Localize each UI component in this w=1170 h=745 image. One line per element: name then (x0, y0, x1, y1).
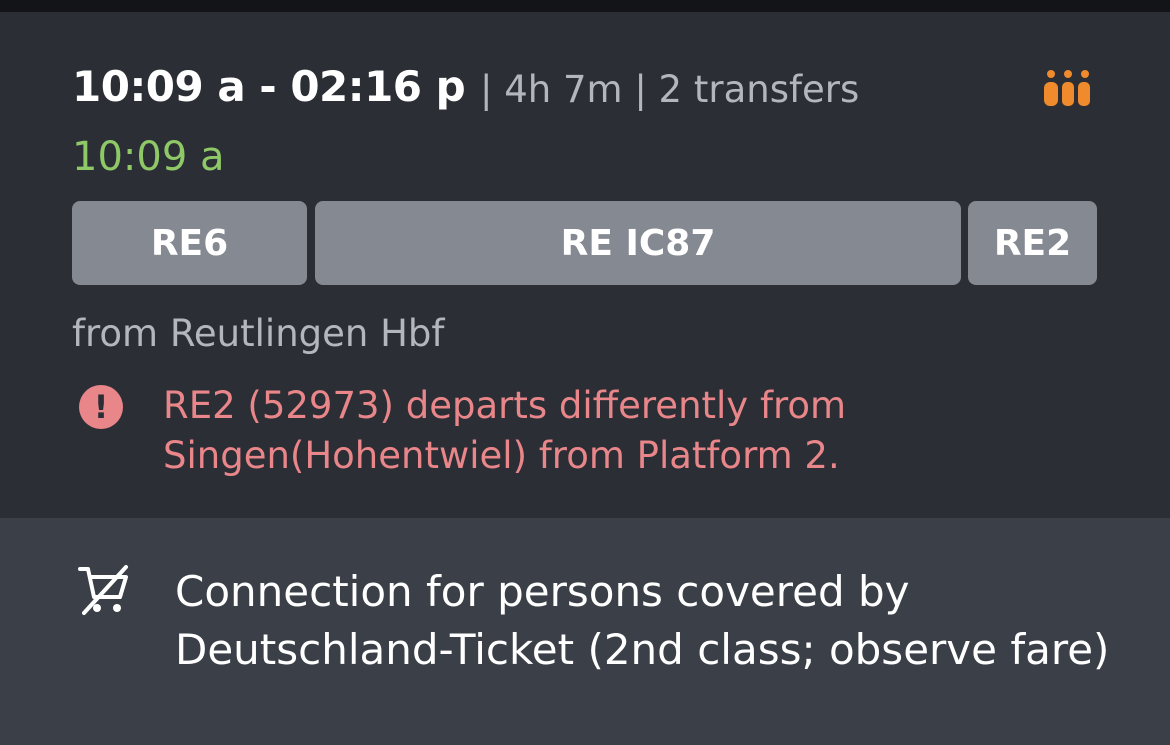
leg-chip-re2[interactable]: RE2 (968, 201, 1097, 285)
time-range: 10:09 a - 02:16 p (72, 62, 466, 111)
leg-chip-label: RE2 (993, 222, 1072, 264)
deutschland-ticket-notice: Connection for persons covered by Deutsc… (175, 567, 1110, 674)
leg-chip-re-ic87[interactable]: RE IC87 (315, 201, 961, 285)
realtime-departure: 10:09 a (72, 134, 225, 180)
no-shopping-cart-icon (78, 565, 128, 615)
alert-exclamation-icon: ! (79, 385, 123, 429)
trip-duration-transfers: | 4h 7m | 2 transfers (480, 68, 860, 111)
top-edge-bar (0, 0, 1170, 12)
platform-change-alert: RE2 (52973) departs differently from Sin… (163, 384, 847, 477)
leg-chip-label: RE IC87 (560, 222, 716, 264)
leg-chip-label: RE6 (150, 222, 229, 264)
origin-station: from Reutlingen Hbf (72, 312, 445, 355)
occupancy-people-icon (1044, 70, 1090, 106)
leg-chip-re6[interactable]: RE6 (72, 201, 307, 285)
